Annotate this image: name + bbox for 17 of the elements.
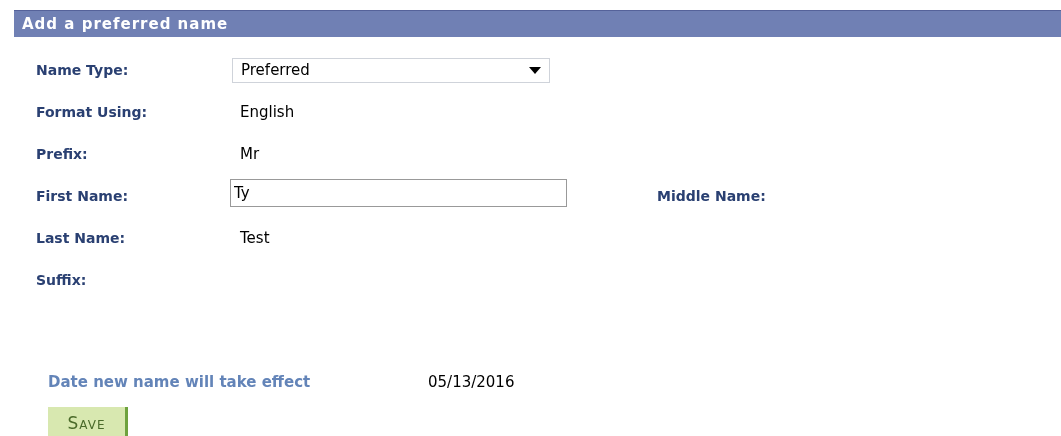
field-value: English	[239, 103, 295, 121]
field-value: Test	[239, 229, 270, 247]
save-button[interactable]: Save	[48, 407, 128, 436]
field-label: Middle Name:	[657, 188, 766, 204]
field-label: Date new name will take effect	[48, 373, 312, 391]
field-label: Last Name:	[36, 230, 127, 246]
input-field[interactable]: Ty	[230, 179, 567, 207]
name-type-dropdown[interactable]: Preferred	[232, 57, 550, 83]
field-label: Format Using:	[36, 104, 149, 120]
field-label: Suffix:	[36, 272, 88, 288]
field-label: First Name:	[36, 188, 129, 204]
section-header: Add a preferred name	[14, 10, 1061, 37]
field-label: Name Type:	[36, 62, 130, 78]
field-value: Mr	[239, 145, 260, 163]
caret-icon	[529, 66, 541, 74]
field-label: Prefix:	[36, 146, 89, 162]
date-value: 05/13/2016	[427, 373, 515, 391]
